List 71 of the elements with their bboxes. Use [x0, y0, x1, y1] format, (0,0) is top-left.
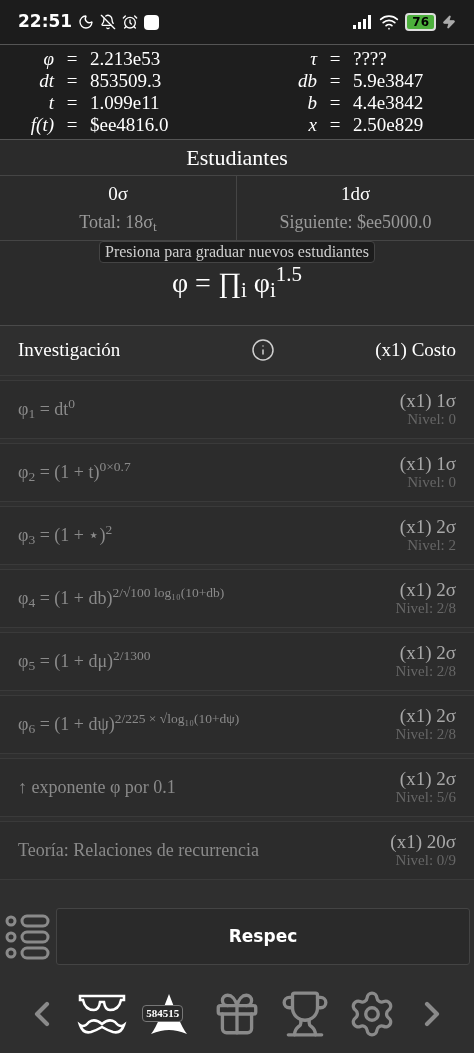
cost-header: (x1) Costo: [375, 337, 456, 362]
variable-value: 1.099e11: [90, 92, 160, 114]
equals-sign: =: [65, 92, 79, 114]
upgrade-formula: φ$_{5}$ = (1 + dμ)$^{2/1300}$: [18, 647, 152, 675]
upgrade-cost: (x1) 2σ: [399, 642, 456, 663]
star-count-badge: 584515: [142, 1005, 184, 1022]
equals-sign: =: [65, 48, 79, 70]
list-icon[interactable]: [4, 912, 50, 961]
signal-icon: [353, 15, 374, 29]
upgrade-level: Nivel: 2/8: [395, 600, 456, 617]
stars-tab[interactable]: 584515: [141, 986, 198, 1042]
equals-sign: =: [328, 48, 342, 70]
upgrade-level: Nivel: 0: [407, 411, 456, 428]
variable-name: b: [306, 92, 317, 114]
upgrade-level: Nivel: 2/8: [395, 726, 456, 743]
upgrade-formula: ↑ exponente φ por 0.1: [18, 775, 177, 799]
variable-value: 2.213e53: [90, 48, 161, 70]
upgrade-cost: (x1) 2σ: [399, 516, 456, 537]
variable-value: 2.50e829: [353, 114, 424, 136]
variable-name: db: [297, 70, 317, 92]
upgrade-formula: φ$_{6}$ = (1 + dψ)$^{2/225 × √log₁₀(10+dψ)}$: [18, 710, 241, 738]
variable-value: ????: [353, 48, 387, 70]
upgrade-formula: φ$_{4}$ = (1 + db)$^{2/√100 log₁₀(10+db)}$: [18, 584, 226, 612]
upgrade-level: Nivel: 2/8: [395, 663, 456, 680]
variable-value: $ee4816.0: [90, 114, 169, 136]
upgrade-formula: φ$_{1}$ = dt$^{0}$: [18, 395, 77, 423]
info-icon: [251, 338, 276, 362]
upgrade-level: Nivel: 0/9: [395, 852, 456, 869]
available-students: 0σ: [108, 182, 128, 206]
variable-value: 853509.3: [90, 70, 162, 92]
students-title: Estudiantes: [186, 144, 288, 172]
variable-name: φ: [42, 48, 54, 70]
variable-name: t: [47, 92, 54, 114]
variable-value: 4.4e3842: [353, 92, 424, 114]
variable-name: τ: [309, 48, 317, 70]
upgrade-cost: (x1) 2σ: [399, 705, 456, 726]
equals-sign: =: [328, 114, 342, 136]
upgrade-formula: φ$_{3}$ = (1 + ⋆)$^{2}$: [18, 521, 114, 549]
equals-sign: =: [328, 70, 342, 92]
app-icon: [144, 14, 160, 30]
upgrade-level: Nivel: 5/6: [395, 789, 456, 806]
equals-sign: =: [65, 70, 79, 92]
respec-button[interactable]: Respec: [56, 908, 470, 965]
student-rate: 1dσ: [340, 182, 371, 206]
upgrade-cost: (x1) 1σ: [399, 390, 456, 411]
upgrade-cost: (x1) 2σ: [399, 768, 456, 789]
moon-icon: [78, 14, 95, 30]
graduate-tooltip[interactable]: Presiona para graduar nuevos estudiantes: [99, 240, 375, 263]
battery-icon: 76: [405, 13, 436, 31]
equals-sign: =: [328, 92, 342, 114]
variable-value: 5.9e3847: [353, 70, 424, 92]
variable-name: x: [307, 114, 317, 136]
bell-off-icon: [100, 14, 117, 30]
variable-name: f(t): [29, 114, 54, 136]
upgrade-formula: Teoría: Relaciones de recurrencia: [18, 838, 261, 862]
upgrade-level: Nivel: 2: [407, 537, 456, 554]
next-student-cost: Siguiente: $ee5000.0: [279, 210, 432, 234]
equals-sign: =: [65, 114, 79, 136]
upgrade-cost: (x1) 2σ: [399, 579, 456, 600]
glasses-mustache-icon: [76, 992, 127, 1036]
clock: 22:51: [18, 10, 73, 34]
wifi-icon: [379, 12, 400, 32]
research-title: Investigación: [18, 337, 122, 362]
upgrade-level: Nivel: 0: [407, 474, 456, 491]
trophy-icon: [279, 989, 330, 1039]
alarm-icon: [122, 14, 139, 30]
variable-name: dt: [38, 70, 54, 92]
upgrade-cost: (x1) 1σ: [399, 453, 456, 474]
upgrade-formula: φ$_{2}$ = (1 + t)$^{0×0.7}$: [18, 458, 132, 486]
total-students: Total: 18σ$_{t}$: [79, 210, 157, 236]
upgrade-cost: (x1) 20σ: [390, 831, 456, 852]
